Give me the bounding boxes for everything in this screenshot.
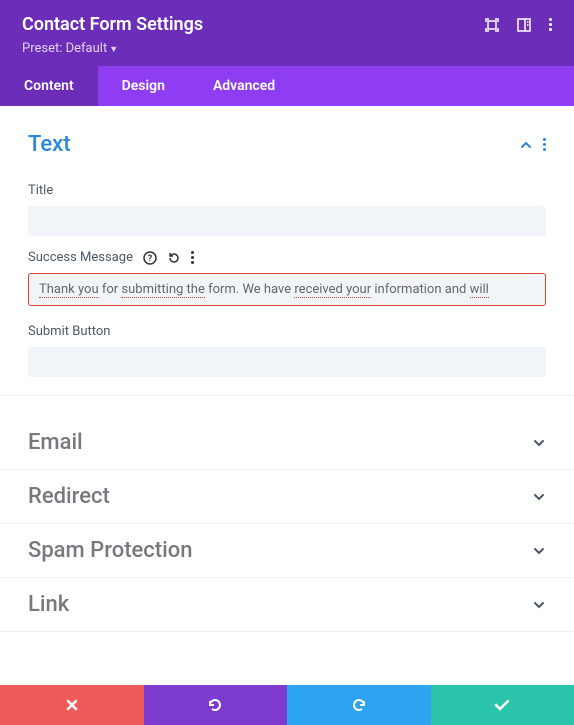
submit-label: Submit Button: [28, 324, 110, 339]
preset-label: Preset: Default: [22, 41, 107, 56]
caret-down-icon: ▼: [109, 45, 118, 55]
section-spam-title: Spam Protection: [28, 538, 192, 563]
tab-content[interactable]: Content: [0, 66, 98, 106]
section-link[interactable]: Link: [0, 578, 574, 632]
section-text-controls: [519, 138, 546, 152]
panel-icon[interactable]: [517, 18, 531, 32]
tab-design[interactable]: Design: [98, 66, 189, 106]
field-more-icon[interactable]: [191, 251, 194, 264]
field-title: Title: [28, 179, 546, 236]
title-input[interactable]: [28, 206, 546, 236]
collapse-icon[interactable]: [519, 138, 533, 152]
tab-advanced[interactable]: Advanced: [189, 66, 299, 106]
footer-actions: [0, 685, 574, 725]
success-label-row: Success Message ?: [28, 250, 546, 265]
page-title: Contact Form Settings: [22, 14, 203, 35]
undo-button[interactable]: [144, 685, 288, 725]
header-top-row: Contact Form Settings: [22, 14, 552, 35]
main-content: Text Title Success Message ?: [0, 106, 574, 685]
field-submit-button: Submit Button: [28, 320, 546, 377]
chevron-down-icon: [532, 544, 546, 558]
submit-input[interactable]: [28, 347, 546, 377]
section-email-title: Email: [28, 430, 83, 455]
reset-icon[interactable]: [167, 251, 181, 265]
section-text-title: Text: [28, 132, 71, 157]
chevron-down-icon: [532, 436, 546, 450]
section-email[interactable]: Email: [0, 416, 574, 470]
svg-text:?: ?: [148, 254, 153, 264]
section-text: Text Title Success Message ?: [0, 124, 574, 396]
chevron-down-icon: [532, 598, 546, 612]
success-label: Success Message: [28, 250, 133, 265]
section-more-icon[interactable]: [543, 138, 546, 151]
header-actions: [485, 18, 552, 32]
preset-selector[interactable]: Preset: Default▼: [22, 41, 552, 56]
chevron-down-icon: [532, 490, 546, 504]
settings-header: Contact Form Settings Preset: Default▼: [0, 0, 574, 66]
section-link-title: Link: [28, 592, 69, 617]
redo-button[interactable]: [287, 685, 431, 725]
tabs-bar: Content Design Advanced: [0, 66, 574, 106]
help-icon[interactable]: ?: [143, 251, 157, 265]
title-label: Title: [28, 183, 53, 198]
section-redirect[interactable]: Redirect: [0, 470, 574, 524]
section-spam[interactable]: Spam Protection: [0, 524, 574, 578]
section-text-header[interactable]: Text: [28, 124, 546, 165]
more-icon[interactable]: [549, 18, 552, 31]
cancel-button[interactable]: [0, 685, 144, 725]
section-redirect-title: Redirect: [28, 484, 110, 509]
success-input[interactable]: Thank you for submitting the form. We ha…: [28, 273, 546, 306]
field-success-message: Success Message ? Thank you for submitti…: [28, 250, 546, 306]
expand-icon[interactable]: [485, 18, 499, 32]
save-button[interactable]: [431, 685, 574, 725]
